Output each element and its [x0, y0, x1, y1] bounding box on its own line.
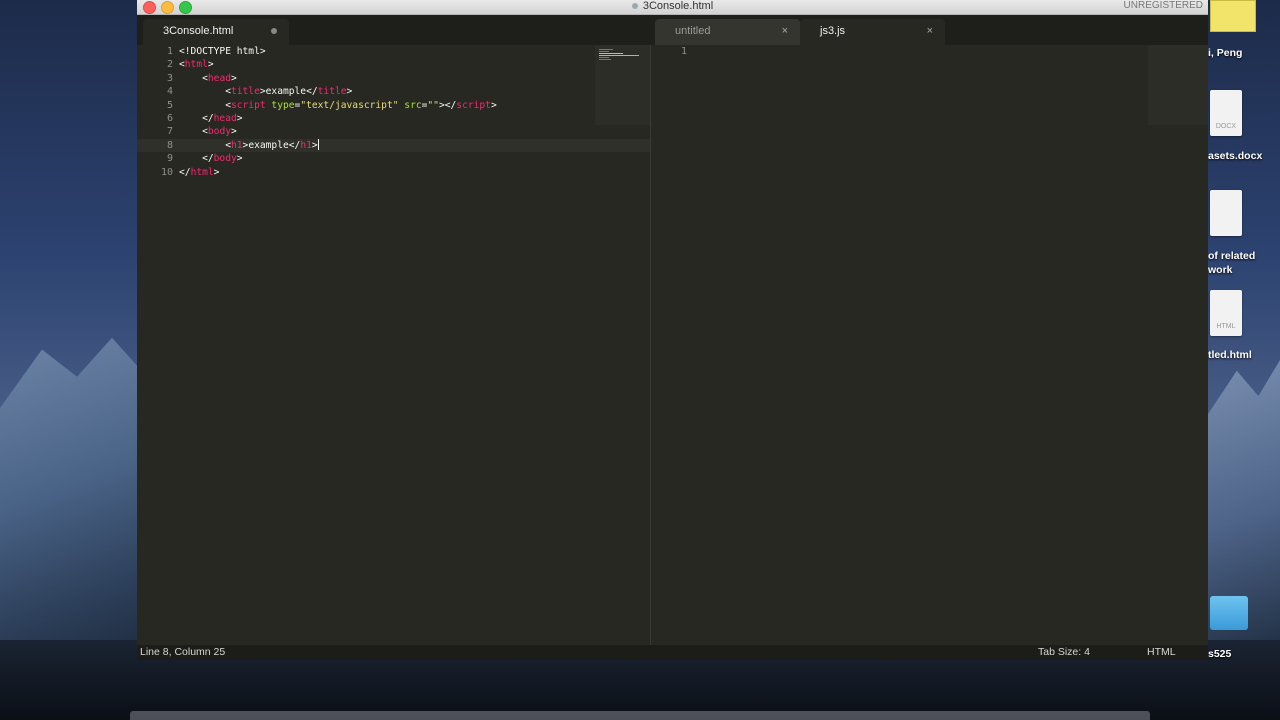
- tab-js3-js[interactable]: js3.js ×: [800, 19, 945, 45]
- unsaved-dot-icon[interactable]: [271, 28, 277, 34]
- tab-size-selector[interactable]: Tab Size: 4: [1038, 645, 1090, 660]
- cursor-position: Line 8, Column 25: [140, 646, 226, 658]
- desktop-folder-icon[interactable]: [1210, 596, 1248, 630]
- code-line[interactable]: </head>: [179, 112, 589, 125]
- minimap[interactable]: [595, 45, 650, 125]
- code-line[interactable]: <!DOCTYPE html>: [179, 45, 589, 58]
- close-tab-icon[interactable]: ×: [927, 19, 933, 43]
- desktop-item-label[interactable]: tled.html: [1208, 348, 1280, 362]
- window-title: 3Console.html: [137, 0, 1208, 12]
- desktop-item-label[interactable]: i, Peng: [1208, 46, 1280, 60]
- editor-pane-left[interactable]: 1 2 3 4 5 6 7 8 9 10 <!DOCTYPE html> <htm…: [137, 45, 650, 645]
- tab-3console-html[interactable]: 3Console.html: [143, 19, 289, 45]
- tab-bar: 3Console.html untitled × js3.js ×: [137, 15, 1208, 45]
- text-cursor: [317, 139, 319, 151]
- dock[interactable]: [130, 711, 1150, 720]
- code-line[interactable]: </html>: [179, 166, 589, 179]
- code-line[interactable]: <title>example</title>: [179, 85, 589, 98]
- desktop-spreadsheet-icon[interactable]: [1210, 0, 1256, 32]
- desktop-item-label[interactable]: s525: [1208, 647, 1280, 661]
- close-tab-icon[interactable]: ×: [782, 19, 788, 43]
- desktop-docx-icon[interactable]: DOCX: [1210, 90, 1242, 136]
- editor-window: 3Console.html untitled × js3.js × 1 2 3 …: [137, 15, 1208, 645]
- minimap[interactable]: [1148, 45, 1208, 125]
- line-number-gutter: 1 2 3 4 5 6 7 8 9 10: [160, 46, 173, 178]
- code-area[interactable]: <!DOCTYPE html> <html> <head> <title>exam…: [179, 45, 589, 179]
- line-number-gutter: 1: [680, 46, 687, 57]
- unregistered-label: UNREGISTERED: [1123, 0, 1203, 11]
- window-titlebar[interactable]: 3Console.html UNREGISTERED: [137, 0, 1208, 15]
- code-line[interactable]: <head>: [179, 72, 589, 85]
- status-bar: Line 8, Column 25 Tab Size: 4 HTML: [137, 645, 1208, 660]
- desktop-document-icon[interactable]: [1210, 190, 1242, 236]
- editor-pane-right[interactable]: 1: [651, 45, 1208, 645]
- code-line[interactable]: <body>: [179, 125, 589, 138]
- syntax-selector[interactable]: HTML: [1147, 645, 1176, 660]
- code-line[interactable]: <script type="text/javascript" src=""></…: [179, 99, 589, 112]
- desktop-html-icon[interactable]: HTML: [1210, 290, 1242, 336]
- tab-untitled[interactable]: untitled ×: [655, 19, 800, 45]
- document-status-icon: [631, 3, 638, 10]
- desktop-item-label[interactable]: of related work: [1208, 249, 1280, 277]
- desktop-item-label[interactable]: asets.docx: [1208, 149, 1280, 163]
- code-line[interactable]: </body>: [179, 152, 589, 165]
- code-line[interactable]: <h1>example</h1>: [179, 139, 589, 152]
- code-line[interactable]: <html>: [179, 58, 589, 71]
